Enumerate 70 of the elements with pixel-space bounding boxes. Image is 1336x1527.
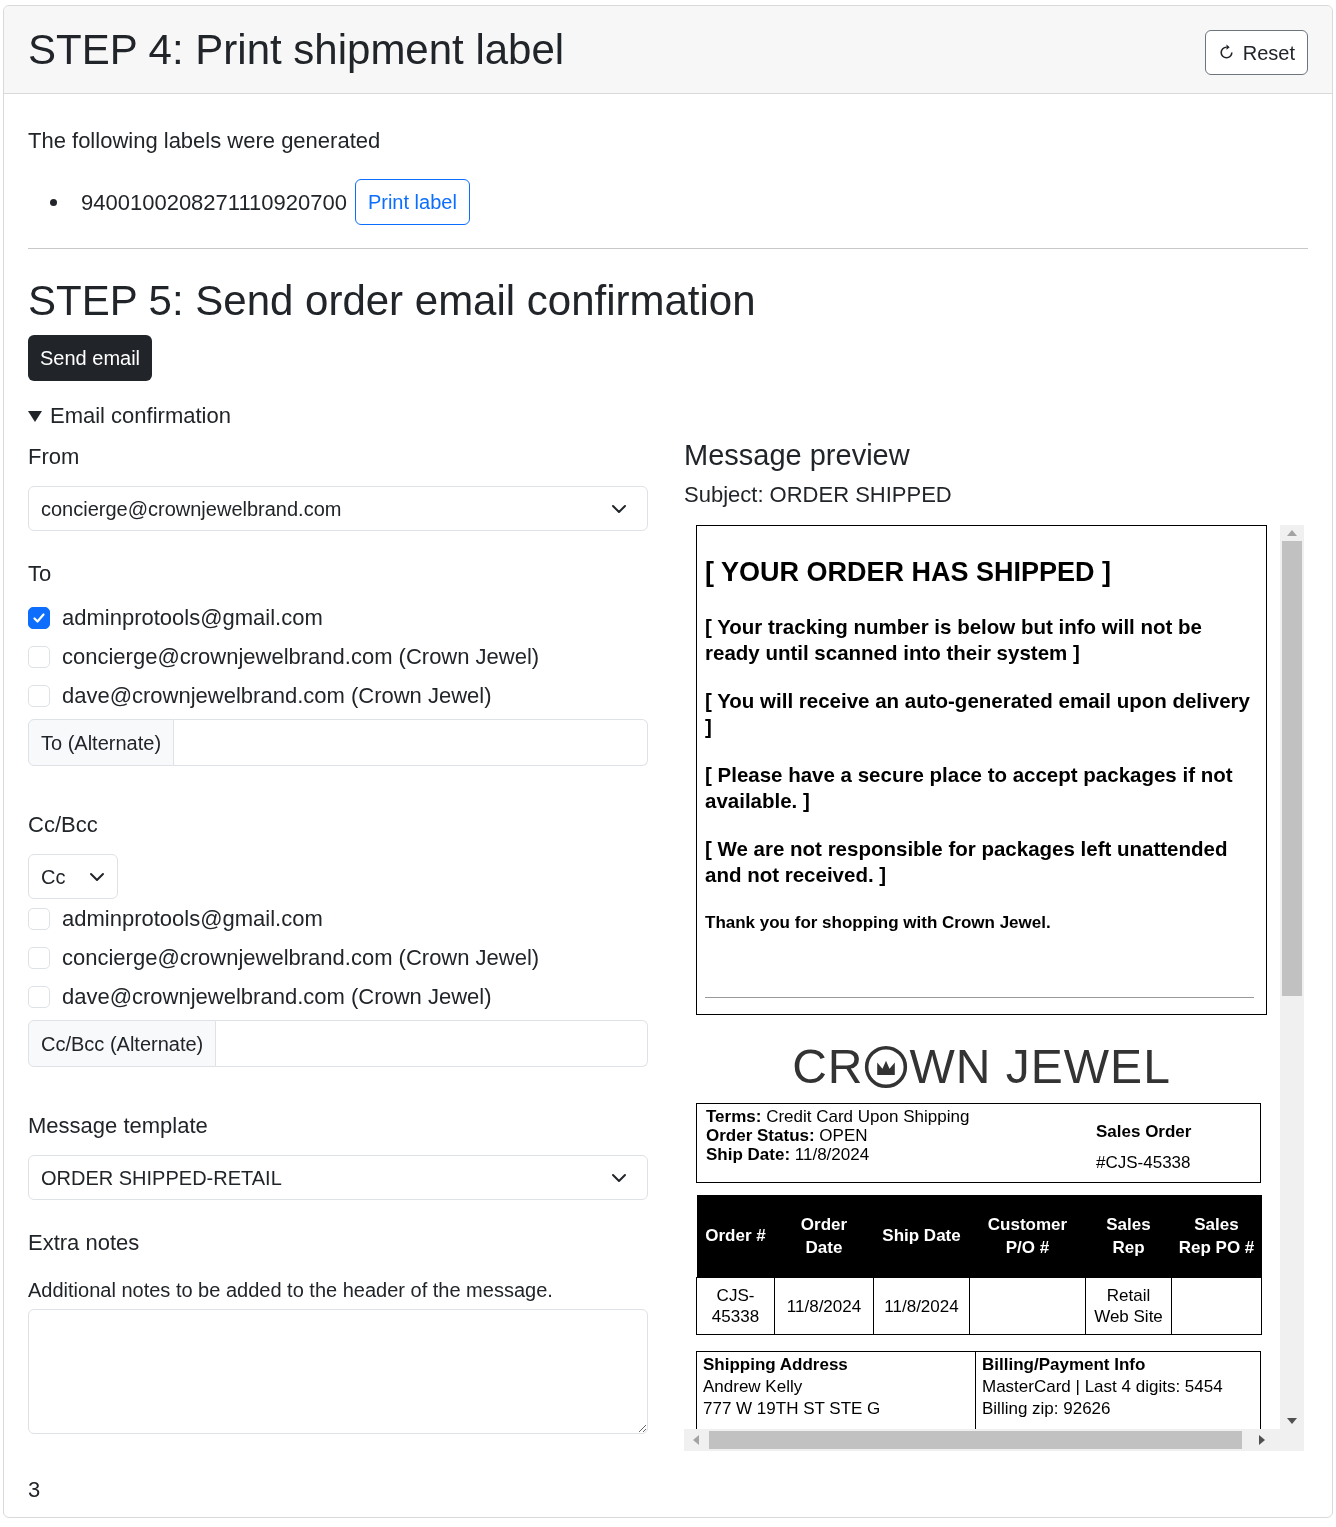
table-cell: CJS-45338 xyxy=(696,1277,775,1335)
table-header-cell: Customer P/O # xyxy=(969,1194,1086,1278)
brand-logo: CR WN JEWEL xyxy=(792,1040,1171,1093)
template-select[interactable]: ORDER SHIPPED-RETAIL xyxy=(28,1155,648,1200)
field-label: Cc/Bcc xyxy=(28,811,99,839)
checkbox[interactable] xyxy=(28,606,50,629)
horizontal-scrollbar[interactable] xyxy=(684,1428,1304,1451)
table-header-cell: Ship Date xyxy=(873,1194,970,1278)
cc-select[interactable]: Cc xyxy=(28,854,119,899)
table-cell: 11/8/2024 xyxy=(873,1277,970,1335)
step-title: STEP 4: Print shipment label xyxy=(28,25,565,75)
table-header-cell: Order Date xyxy=(774,1194,874,1278)
checkbox-label: adminprotools@gmail.com xyxy=(62,905,323,933)
reset-button[interactable]: Reset xyxy=(1204,30,1308,75)
alternate-input-field[interactable] xyxy=(174,719,648,766)
details-summary[interactable]: Email confirmation xyxy=(28,399,231,432)
scroll-left-arrow-icon[interactable] xyxy=(692,1434,700,1445)
help-text: Additional notes to be added to the header of the message. xyxy=(28,1278,554,1303)
email-heading: [ YOUR ORDER HAS SHIPPED ] xyxy=(705,555,1113,589)
bullet-icon xyxy=(50,198,57,206)
subject-text: Subject: ORDER SHIPPED xyxy=(684,480,953,509)
checkbox-label: adminprotools@gmail.com xyxy=(62,604,323,632)
checkbox-label: concierge@crownjewelbrand.com (Crown Jewel) xyxy=(62,643,540,671)
table-header-cell: Order # xyxy=(696,1194,775,1278)
email-paragraph: [ We are not responsible for packages left unattended and not received. ] xyxy=(705,836,1229,888)
send-email-button[interactable]: Send email xyxy=(28,335,153,381)
field-label: Message template xyxy=(28,1112,209,1140)
check-icon xyxy=(32,610,46,625)
step-title: STEP 5: Send order email confirmation xyxy=(28,276,757,326)
field-label: Extra notes xyxy=(28,1229,141,1257)
checkbox-label: concierge@crownjewelbrand.com (Crown Jewel) xyxy=(62,944,540,972)
scroll-down-arrow-icon[interactable] xyxy=(1287,1416,1297,1425)
notes-textarea[interactable] xyxy=(28,1309,648,1434)
address-line: 777 W 19TH ST STE G xyxy=(703,1398,882,1420)
email-paragraph: [ You will receive an auto-generated email upon delivery ] xyxy=(705,688,1251,740)
footer-number: 3 xyxy=(28,1475,41,1504)
field-label: From xyxy=(28,443,81,471)
vertical-scrollbar[interactable] xyxy=(1280,524,1304,1429)
scroll-right-arrow-icon[interactable] xyxy=(1258,1434,1266,1445)
from-select[interactable]: concierge@crownjewelbrand.com xyxy=(28,486,648,531)
billing-line: MasterCard | Last 4 digits: 5454 xyxy=(982,1376,1224,1398)
sales-order-number: #CJS-45338 xyxy=(1096,1152,1192,1174)
crown-circle-icon xyxy=(864,1044,909,1089)
input-group-label: To (Alternate) xyxy=(28,719,175,766)
order-info-line: Ship Date: 11/8/2024 xyxy=(706,1144,871,1164)
field-label: To xyxy=(28,560,53,588)
address-heading: Shipping Address xyxy=(703,1354,849,1376)
print-label-button[interactable]: Print label xyxy=(354,179,470,225)
email-paragraph: [ Please have a secure place to accept packages if not available. ] xyxy=(705,762,1234,814)
checkbox-label: dave@crownjewelbrand.com (Crown Jewel) xyxy=(62,682,492,710)
scroll-up-arrow-icon[interactable] xyxy=(1287,528,1297,537)
order-info-line: Order Status: OPEN xyxy=(706,1125,869,1145)
order-info-line: Terms: Credit Card Upon Shipping xyxy=(706,1106,971,1126)
reset-icon xyxy=(1217,44,1235,61)
alternate-input-field[interactable] xyxy=(216,1020,648,1067)
billing-line: Billing zip: 92626 xyxy=(982,1398,1112,1420)
tracking-number: 9400100208271110920700 xyxy=(81,188,347,217)
address-line: Andrew Kelly xyxy=(703,1376,804,1398)
preview-title: Message preview xyxy=(684,438,911,473)
thanks-text: Thank you for shopping with Crown Jewel. xyxy=(705,912,1052,934)
table-cell: 11/8/2024 xyxy=(774,1277,874,1335)
intro-text: The following labels were generated xyxy=(28,127,382,155)
input-group-label: Cc/Bcc (Alternate) xyxy=(28,1020,217,1067)
table-header-cell: Sales Rep xyxy=(1085,1194,1172,1278)
table-header-cell: Sales Rep PO # xyxy=(1171,1194,1262,1278)
sales-order-label: Sales Order xyxy=(1096,1120,1193,1143)
email-paragraph: [ Your tracking number is below but info will not be ready until scanned into their system ] xyxy=(705,614,1203,666)
table-cell: Retail Web Site xyxy=(1085,1277,1172,1335)
billing-heading: Billing/Payment Info xyxy=(982,1354,1147,1376)
checkbox-label: dave@crownjewelbrand.com (Crown Jewel) xyxy=(62,983,492,1011)
